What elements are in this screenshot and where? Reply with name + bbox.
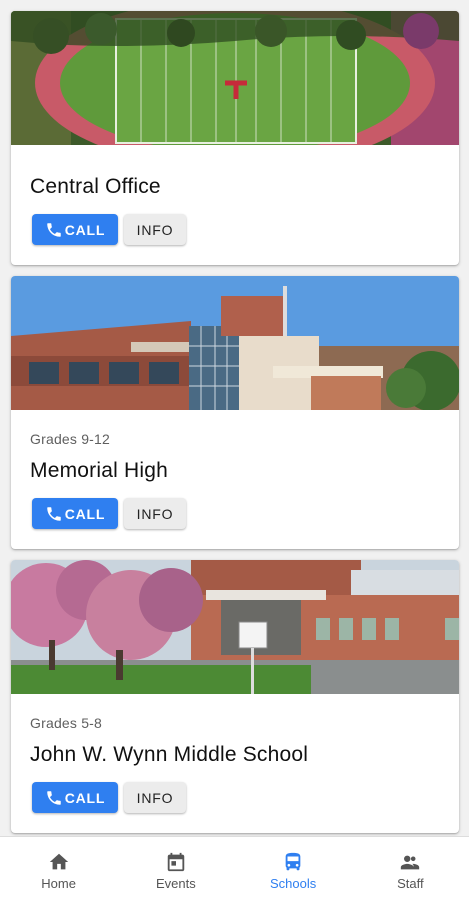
bottom-navigation: Home Events Schools Staff: [0, 836, 469, 901]
nav-schools[interactable]: Schools: [235, 837, 352, 901]
nav-events[interactable]: Events: [117, 837, 234, 901]
school-name: Memorial High: [30, 459, 168, 482]
info-button[interactable]: INFO: [124, 214, 186, 245]
people-icon: [401, 855, 420, 870]
wynn-middle-photo: [11, 560, 459, 694]
home-icon: [49, 853, 68, 870]
bus-icon: [285, 852, 301, 871]
call-button[interactable]: CALL: [32, 214, 118, 245]
school-card-wynn-middle[interactable]: Grades 5-8 John W. Wynn Middle School CA…: [11, 560, 459, 833]
phone-icon: [46, 222, 61, 237]
nav-staff[interactable]: Staff: [352, 837, 469, 901]
memorial-high-photo: [11, 276, 459, 410]
school-name: Central Office: [30, 175, 161, 198]
phone-icon: [46, 790, 61, 805]
grade-range: Grades 9-12: [30, 431, 111, 447]
call-button[interactable]: CALL: [32, 782, 118, 813]
football-field-photo: [11, 11, 459, 145]
grade-range: Grades 5-8: [30, 715, 103, 731]
phone-icon: [46, 506, 61, 521]
info-button[interactable]: INFO: [124, 498, 186, 529]
nav-home[interactable]: Home: [0, 837, 117, 901]
info-button[interactable]: INFO: [124, 782, 186, 813]
school-name: John W. Wynn Middle School: [30, 743, 309, 766]
call-button[interactable]: CALL: [32, 498, 118, 529]
calendar-icon: [167, 852, 185, 872]
school-card-central-office[interactable]: Central Office CALL INFO: [11, 11, 459, 265]
school-card-memorial-high[interactable]: Grades 9-12 Memorial High CALL INFO: [11, 276, 459, 549]
